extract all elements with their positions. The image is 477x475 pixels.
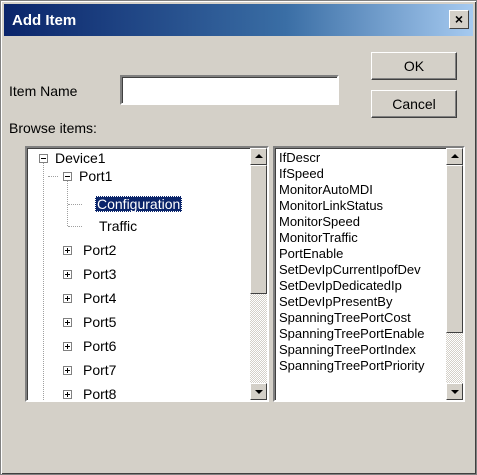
arrow-up-icon [451, 154, 459, 158]
expand-icon[interactable] [63, 390, 72, 399]
arrow-down-icon [451, 390, 459, 394]
list-item[interactable]: SpanningTreePortEnable [279, 326, 425, 342]
list-item[interactable]: MonitorSpeed [279, 214, 360, 230]
tree-item-configuration[interactable]: Configuration [95, 195, 183, 213]
list-item[interactable]: MonitorAutoMDI [279, 182, 373, 198]
tree-connector-line [68, 204, 82, 205]
window-title: Add Item [12, 12, 77, 29]
tree-item-port6[interactable]: Port6 [83, 337, 116, 355]
list-item[interactable]: SetDevIpCurrentIpofDev [279, 262, 421, 278]
scroll-thumb[interactable] [250, 165, 267, 294]
tree-item-port8[interactable]: Port8 [83, 385, 116, 400]
tree-item-traffic[interactable]: Traffic [99, 217, 137, 235]
browse-items-label: Browse items: [9, 120, 97, 136]
list-item[interactable]: IfSpeed [279, 166, 324, 182]
title-bar[interactable]: Add Item × [4, 4, 473, 36]
items-scrollbar[interactable] [446, 148, 463, 400]
add-item-dialog: Add Item × Item Name Browse items: OK Ca… [0, 0, 477, 475]
tree-connector-line [68, 226, 82, 227]
tree-connector-line [48, 176, 58, 177]
list-item[interactable]: SetDevIpPresentBy [279, 294, 392, 310]
close-icon: × [454, 11, 464, 27]
list-item[interactable]: IfDescr [279, 150, 320, 166]
scroll-up-button[interactable] [250, 148, 267, 165]
arrow-up-icon [255, 154, 263, 158]
device-tree[interactable]: Device1 Port1 Configuration Traffic Port… [25, 146, 269, 402]
expand-icon[interactable] [63, 246, 72, 255]
expand-icon[interactable] [63, 342, 72, 351]
tree-item-port1[interactable]: Port1 [79, 167, 112, 185]
close-button[interactable]: × [449, 10, 469, 29]
scroll-up-button[interactable] [446, 148, 463, 165]
expand-icon[interactable] [63, 366, 72, 375]
ok-button[interactable]: OK [371, 52, 457, 80]
tree-item-port2[interactable]: Port2 [83, 241, 116, 259]
tree-item-device1[interactable]: Device1 [55, 149, 106, 167]
scroll-down-button[interactable] [446, 383, 463, 400]
cancel-button[interactable]: Cancel [371, 90, 457, 118]
scroll-down-button[interactable] [250, 383, 267, 400]
list-item[interactable]: MonitorTraffic [279, 230, 358, 246]
tree-item-port4[interactable]: Port4 [83, 289, 116, 307]
item-name-label: Item Name [9, 83, 78, 99]
list-item[interactable]: SpanningTreePortCost [279, 310, 411, 326]
tree-item-port3[interactable]: Port3 [83, 265, 116, 283]
expand-icon[interactable] [63, 294, 72, 303]
list-item[interactable]: MonitorLinkStatus [279, 198, 383, 214]
tree-connector-line [43, 162, 44, 400]
list-item[interactable]: SpanningTreePortPriority [279, 358, 424, 374]
item-name-input[interactable] [120, 75, 339, 105]
tree-item-port7[interactable]: Port7 [83, 361, 116, 379]
items-list[interactable]: IfDescr IfSpeed MonitorAutoMDI MonitorLi… [273, 146, 465, 402]
tree-scrollbar[interactable] [250, 148, 267, 400]
list-item[interactable]: SetDevIpDedicatedIp [279, 278, 402, 294]
collapse-icon[interactable] [63, 172, 72, 181]
list-item[interactable]: PortEnable [279, 246, 343, 262]
expand-icon[interactable] [63, 318, 72, 327]
tree-connector-line [67, 180, 68, 226]
scroll-thumb[interactable] [446, 165, 463, 333]
tree-item-port5[interactable]: Port5 [83, 313, 116, 331]
arrow-down-icon [255, 390, 263, 394]
collapse-icon[interactable] [39, 154, 48, 163]
expand-icon[interactable] [63, 270, 72, 279]
list-item[interactable]: SpanningTreePortIndex [279, 342, 416, 358]
